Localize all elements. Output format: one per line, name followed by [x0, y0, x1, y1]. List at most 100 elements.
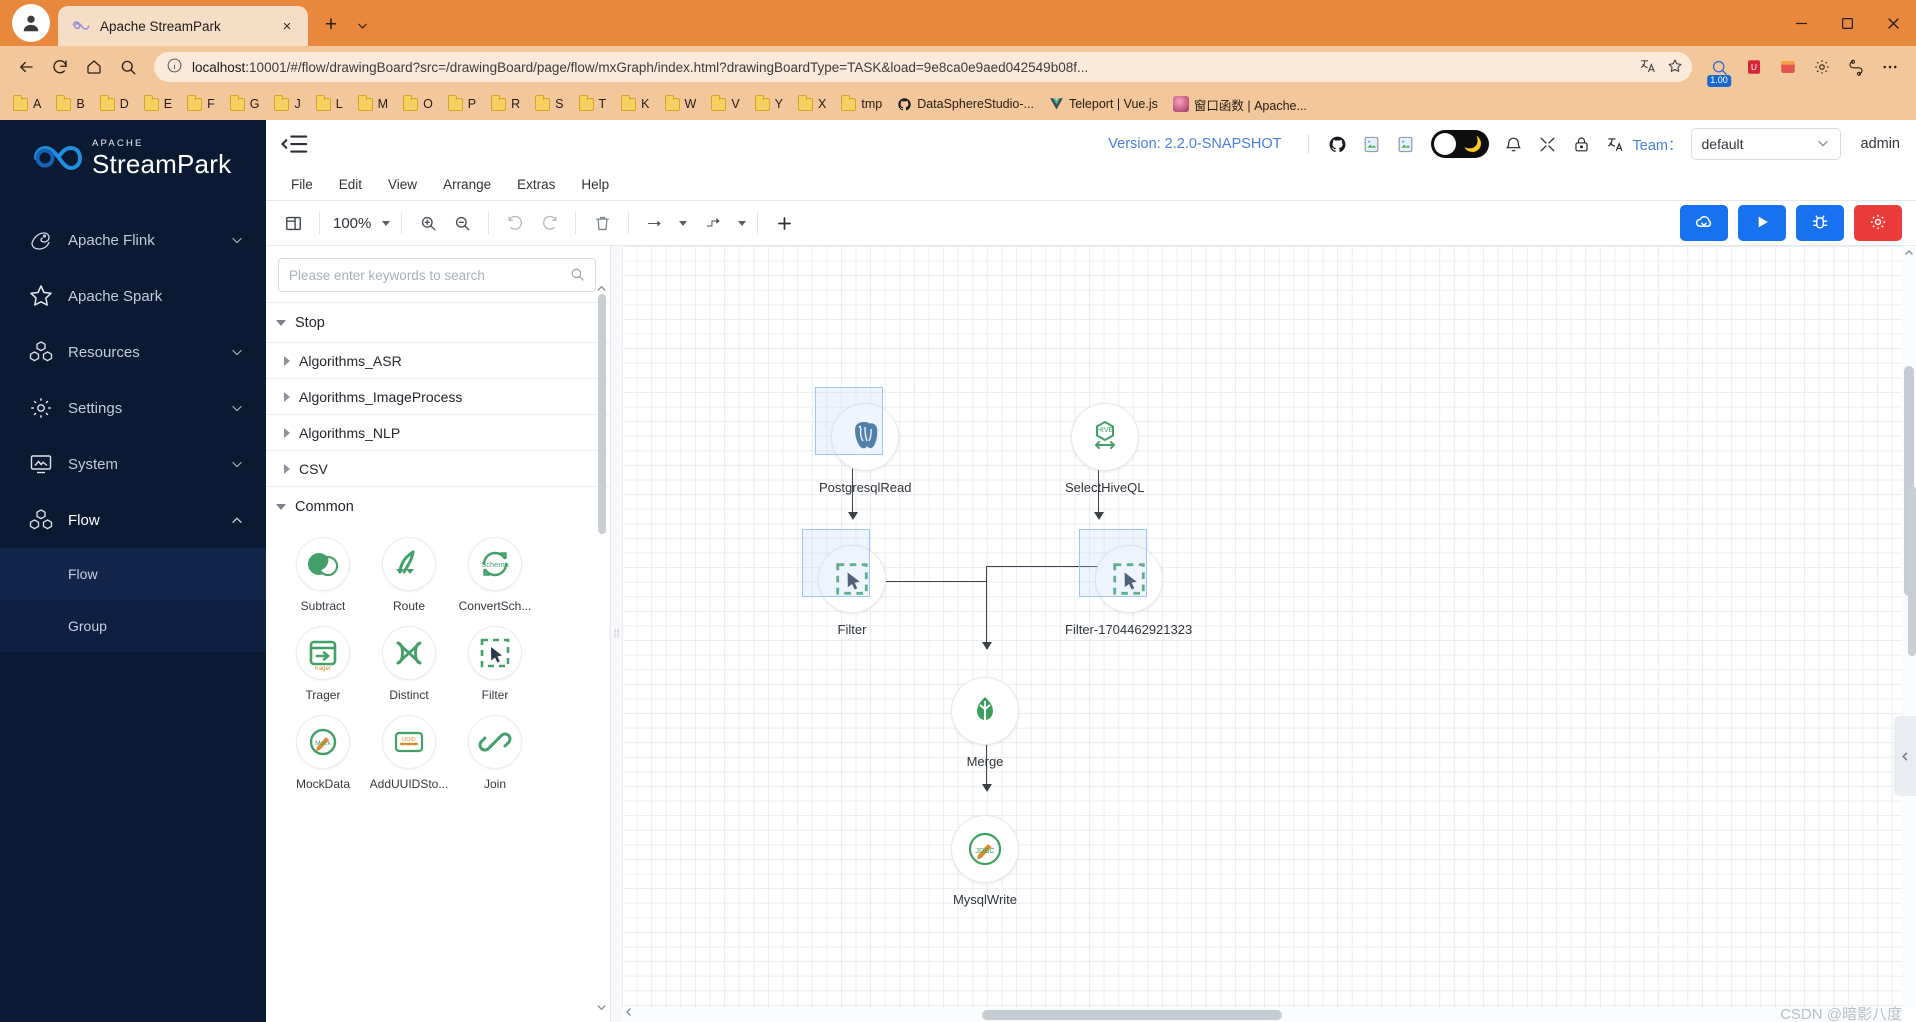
graph-node[interactable]: HIVE SelectHiveQL — [1065, 404, 1144, 495]
scroll-up-arrow-icon[interactable] — [596, 282, 607, 293]
new-tab-button[interactable]: + — [316, 10, 346, 40]
brand-logo[interactable]: APACHE StreamPark — [0, 120, 266, 196]
palette-node[interactable]: Subtract — [280, 538, 366, 613]
debug-button[interactable] — [1796, 205, 1844, 241]
close-icon[interactable]: × — [276, 15, 298, 37]
sidebar-item-resources[interactable]: Resources — [0, 324, 266, 380]
filter-cursor-icon[interactable] — [802, 529, 885, 612]
palette-group-common[interactable]: Common — [266, 486, 610, 526]
graph-node[interactable]: PostgresqlRead — [815, 387, 912, 495]
chevron-up-icon[interactable] — [230, 513, 244, 527]
star-icon[interactable] — [1666, 57, 1684, 78]
profile-avatar[interactable] — [12, 4, 50, 42]
mockdata-icon[interactable]: Mock — [297, 716, 349, 768]
chevron-down-icon[interactable] — [350, 10, 374, 40]
palette-node[interactable]: Route — [366, 538, 452, 613]
chevron-down-icon[interactable] — [230, 401, 244, 415]
sidebar-item-flow[interactable]: Flow — [0, 492, 266, 548]
search-icon[interactable] — [569, 266, 585, 285]
bookmark-item[interactable]: L — [309, 94, 350, 113]
sidebar-item-system[interactable]: System — [0, 436, 266, 492]
colorzilla-icon[interactable] — [1772, 51, 1804, 83]
search-icon[interactable] — [112, 51, 144, 83]
chevron-down-icon[interactable] — [230, 345, 244, 359]
back-arrow-icon[interactable] — [10, 51, 42, 83]
language-icon[interactable] — [1599, 129, 1633, 159]
bookmark-item[interactable]: F — [180, 94, 222, 113]
palette-scrollbar[interactable] — [598, 294, 606, 534]
menu-item-help[interactable]: Help — [570, 174, 620, 195]
doc-image-icon[interactable] — [1355, 129, 1389, 159]
browser-tab[interactable]: Apache StreamPark × — [58, 6, 308, 46]
bookmark-item[interactable]: Y — [748, 94, 790, 113]
palette-group-csv[interactable]: CSV — [266, 450, 610, 486]
palette-node[interactable]: Schema ConvertSch... — [452, 538, 538, 613]
bookmark-item[interactable]: E — [137, 94, 179, 113]
postgresql-icon[interactable] — [815, 387, 899, 470]
jdbc-icon[interactable]: JDBC — [952, 816, 1018, 882]
run-button[interactable] — [1738, 205, 1786, 241]
redo-icon[interactable] — [534, 208, 564, 238]
home-icon[interactable] — [78, 51, 110, 83]
add-uuid-icon[interactable]: UUID — [383, 716, 435, 768]
reload-icon[interactable] — [44, 51, 76, 83]
panel-resize-handle[interactable]: ⁞⁞ — [611, 246, 622, 1022]
route-branch-icon[interactable] — [383, 538, 435, 590]
zoom-in-icon[interactable] — [413, 208, 443, 238]
palette-group-algorithms-nlp[interactable]: Algorithms_NLP — [266, 414, 610, 450]
scroll-down-arrow-icon[interactable] — [596, 1001, 607, 1012]
bookmark-item[interactable]: W — [658, 94, 704, 113]
palette-scroll[interactable]: Stop Algorithms_ASR Algorithms_ImageProces… — [266, 302, 610, 1022]
minimize-icon[interactable] — [1778, 0, 1824, 46]
bookmark-item[interactable]: G — [223, 94, 267, 113]
bookmark-item[interactable]: S — [528, 94, 570, 113]
zoom-badge[interactable]: 1.00 — [1702, 51, 1736, 87]
palette-node[interactable]: Filter — [452, 627, 538, 702]
maximize-icon[interactable] — [1824, 0, 1870, 46]
plus-icon[interactable] — [769, 208, 799, 238]
graph-node[interactable]: Merge — [952, 678, 1018, 769]
scroll-up-arrow-icon[interactable] — [1904, 248, 1914, 261]
graph-node[interactable]: Filter — [802, 529, 885, 637]
scroll-left-arrow-icon[interactable] — [624, 1007, 634, 1020]
collapse-menu-icon[interactable] — [280, 129, 310, 159]
bookmark-item[interactable]: 窗口函数 | Apache... — [1166, 93, 1314, 116]
palette-node[interactable]: UUID AddUUIDSto... — [366, 716, 452, 791]
bookmark-item[interactable]: DataSphereStudio-... — [890, 95, 1041, 114]
github-icon[interactable] — [1321, 129, 1355, 159]
sidebar-item-settings[interactable]: Settings — [0, 380, 266, 436]
sidebar-item-apache-flink[interactable]: Apache Flink — [0, 212, 266, 268]
sidebar-subitem-flow[interactable]: Flow — [0, 548, 266, 600]
more-menu-icon[interactable] — [1874, 51, 1906, 83]
join-link-icon[interactable] — [469, 716, 521, 768]
menu-item-edit[interactable]: Edit — [328, 174, 373, 195]
graph-node[interactable]: JDBC MysqlWrite — [952, 816, 1018, 907]
save-button[interactable] — [1680, 205, 1728, 241]
subtract-venn-icon[interactable] — [297, 538, 349, 590]
menu-item-view[interactable]: View — [377, 174, 428, 195]
bookmark-item[interactable]: P — [441, 94, 483, 113]
palette-node[interactable]: Join — [452, 716, 538, 791]
search-input[interactable] — [289, 267, 563, 283]
canvas-hscrollbar[interactable] — [622, 1008, 1902, 1022]
bookmark-item[interactable]: X — [791, 94, 833, 113]
lock-icon[interactable] — [1565, 129, 1599, 159]
sidebar-subitem-group[interactable]: Group — [0, 600, 266, 652]
search-box[interactable] — [278, 258, 596, 292]
trash-icon[interactable] — [587, 208, 617, 238]
graph-node[interactable]: Filter-1704462921323 — [1065, 529, 1192, 637]
team-select[interactable]: default — [1690, 128, 1841, 160]
split-screen-icon[interactable] — [1840, 51, 1872, 83]
zoom-out-icon[interactable] — [447, 208, 477, 238]
chevron-down-icon[interactable] — [679, 220, 688, 226]
fullscreen-icon[interactable] — [1531, 129, 1565, 159]
bookmark-item[interactable]: K — [614, 94, 656, 113]
chevron-down-icon[interactable] — [230, 233, 244, 247]
distinct-icon[interactable] — [383, 627, 435, 679]
filter-cursor-icon[interactable] — [1078, 529, 1162, 612]
bookmark-item[interactable]: J — [267, 94, 307, 113]
chevron-down-icon[interactable] — [738, 220, 747, 226]
bookmark-item[interactable]: Teleport | Vue.js — [1042, 95, 1165, 113]
settings-icon[interactable] — [1806, 51, 1838, 83]
page-scrollbar[interactable] — [1908, 486, 1916, 656]
